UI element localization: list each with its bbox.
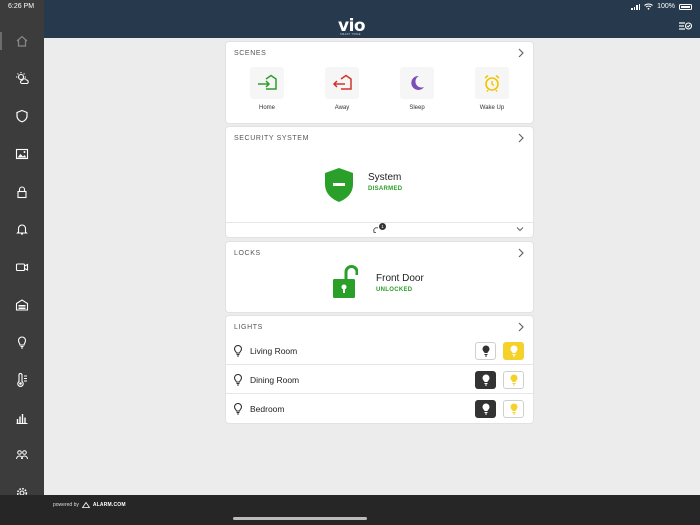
garage-icon xyxy=(15,299,29,311)
leave-home-icon xyxy=(332,74,352,90)
home-icon xyxy=(16,35,28,47)
scene-home[interactable]: Home xyxy=(250,67,284,111)
light-on-button[interactable] xyxy=(503,400,524,418)
scenes-title: SCENES xyxy=(234,50,267,57)
light-row: Dining Room xyxy=(226,366,533,394)
nav-video[interactable] xyxy=(0,252,44,282)
footer-left xyxy=(0,495,44,525)
powered-by-brand: ALARM.COM xyxy=(92,502,126,508)
scene-sleep-label: Sleep xyxy=(409,105,425,111)
battery-percent: 100% xyxy=(657,3,675,10)
alarm-com-logo-icon xyxy=(81,502,90,508)
thermostat-icon xyxy=(17,373,27,387)
security-badge: 1 xyxy=(379,223,386,230)
light-on-button[interactable] xyxy=(503,342,524,360)
wifi-icon xyxy=(644,3,653,10)
nav-locks[interactable] xyxy=(0,177,44,207)
nav-security[interactable] xyxy=(0,101,44,131)
video-camera-icon xyxy=(15,263,29,272)
light-name: Bedroom xyxy=(250,404,285,414)
lightbulb-icon xyxy=(17,336,27,349)
lightbulb-on-icon xyxy=(510,374,517,386)
home-indicator[interactable] xyxy=(233,517,367,520)
scene-wake-up[interactable]: Wake Up xyxy=(475,67,509,111)
chevron-right-icon[interactable] xyxy=(517,133,525,143)
status-time: 6:26 PM xyxy=(8,3,35,10)
light-off-button[interactable] xyxy=(475,371,496,389)
chevron-right-icon[interactable] xyxy=(517,322,525,332)
security-system-state: DISARMED xyxy=(368,186,403,192)
lock-state: UNLOCKED xyxy=(376,287,413,293)
sidebar xyxy=(0,32,44,499)
lightbulb-on-icon xyxy=(510,345,517,357)
app-header: 100% vio SMART HOME xyxy=(44,0,700,38)
nav-notifications[interactable] xyxy=(0,214,44,244)
nav-reports[interactable] xyxy=(0,403,44,433)
nav-weather[interactable] xyxy=(0,63,44,93)
shield-icon xyxy=(16,109,28,123)
users-icon xyxy=(16,450,28,460)
lock-name: Front Door xyxy=(376,273,424,284)
nav-images[interactable] xyxy=(0,139,44,169)
lights-title: LIGHTS xyxy=(234,324,263,331)
footer: powered by ALARM.COM xyxy=(44,495,700,525)
scene-away[interactable]: Away xyxy=(325,67,359,111)
scene-wake-up-label: Wake Up xyxy=(479,105,505,111)
lightbulb-off-icon xyxy=(482,403,489,415)
light-off-button[interactable] xyxy=(475,342,496,360)
unlocked-padlock-icon[interactable] xyxy=(332,264,358,300)
lightbulb-icon xyxy=(233,403,243,415)
reports-icon xyxy=(16,414,28,424)
lightbulb-icon xyxy=(233,374,243,386)
status-indicators: 100% xyxy=(631,3,692,10)
alarm-clock-icon xyxy=(484,74,500,92)
light-name: Dining Room xyxy=(250,375,300,385)
moon-icon xyxy=(411,75,424,90)
security-system-name: System xyxy=(368,172,402,183)
powered-by: powered by ALARM.COM xyxy=(53,502,126,508)
light-row: Bedroom xyxy=(226,395,533,423)
nav-home[interactable] xyxy=(0,26,44,56)
chevron-right-icon[interactable] xyxy=(517,248,525,258)
lights-card: LIGHTS Living Room Dining Room Bedroom xyxy=(226,316,533,423)
scene-away-label: Away xyxy=(334,105,350,111)
locks-title: LOCKS xyxy=(234,250,261,257)
chevron-right-icon[interactable] xyxy=(517,48,525,58)
light-off-button[interactable] xyxy=(475,400,496,418)
lightbulb-on-icon xyxy=(510,403,517,415)
security-card: SECURITY SYSTEM System DISARMED 1 xyxy=(226,127,533,237)
app-logo-subtitle: SMART HOME xyxy=(340,33,361,36)
lightbulb-icon xyxy=(233,345,243,357)
nav-users[interactable] xyxy=(0,440,44,470)
scene-sleep[interactable]: Sleep xyxy=(400,67,434,111)
scenes-card: SCENES Home Away Sleep Wake Up xyxy=(226,42,533,123)
security-title: SECURITY SYSTEM xyxy=(234,135,309,142)
battery-icon xyxy=(679,3,692,10)
lightbulb-off-icon xyxy=(482,345,489,357)
scene-home-label: Home xyxy=(258,105,275,111)
light-row: Living Room xyxy=(226,337,533,365)
locks-card: LOCKS Front Door UNLOCKED xyxy=(226,242,533,312)
nav-lights[interactable] xyxy=(0,327,44,357)
light-on-button[interactable] xyxy=(503,371,524,389)
security-shield-icon[interactable] xyxy=(323,167,355,203)
nav-thermostat[interactable] xyxy=(0,365,44,395)
bell-icon xyxy=(16,224,28,235)
cellular-signal-icon xyxy=(631,3,641,10)
weather-icon xyxy=(16,72,29,84)
chevron-down-icon[interactable] xyxy=(516,226,524,232)
lightbulb-off-icon xyxy=(482,374,489,386)
light-name: Living Room xyxy=(250,346,298,356)
image-icon xyxy=(15,148,29,160)
lock-icon xyxy=(17,186,27,199)
powered-by-label: powered by xyxy=(53,502,79,508)
nav-garage[interactable] xyxy=(0,290,44,320)
arrive-home-icon xyxy=(258,74,277,90)
menu-check-icon[interactable] xyxy=(678,20,692,32)
